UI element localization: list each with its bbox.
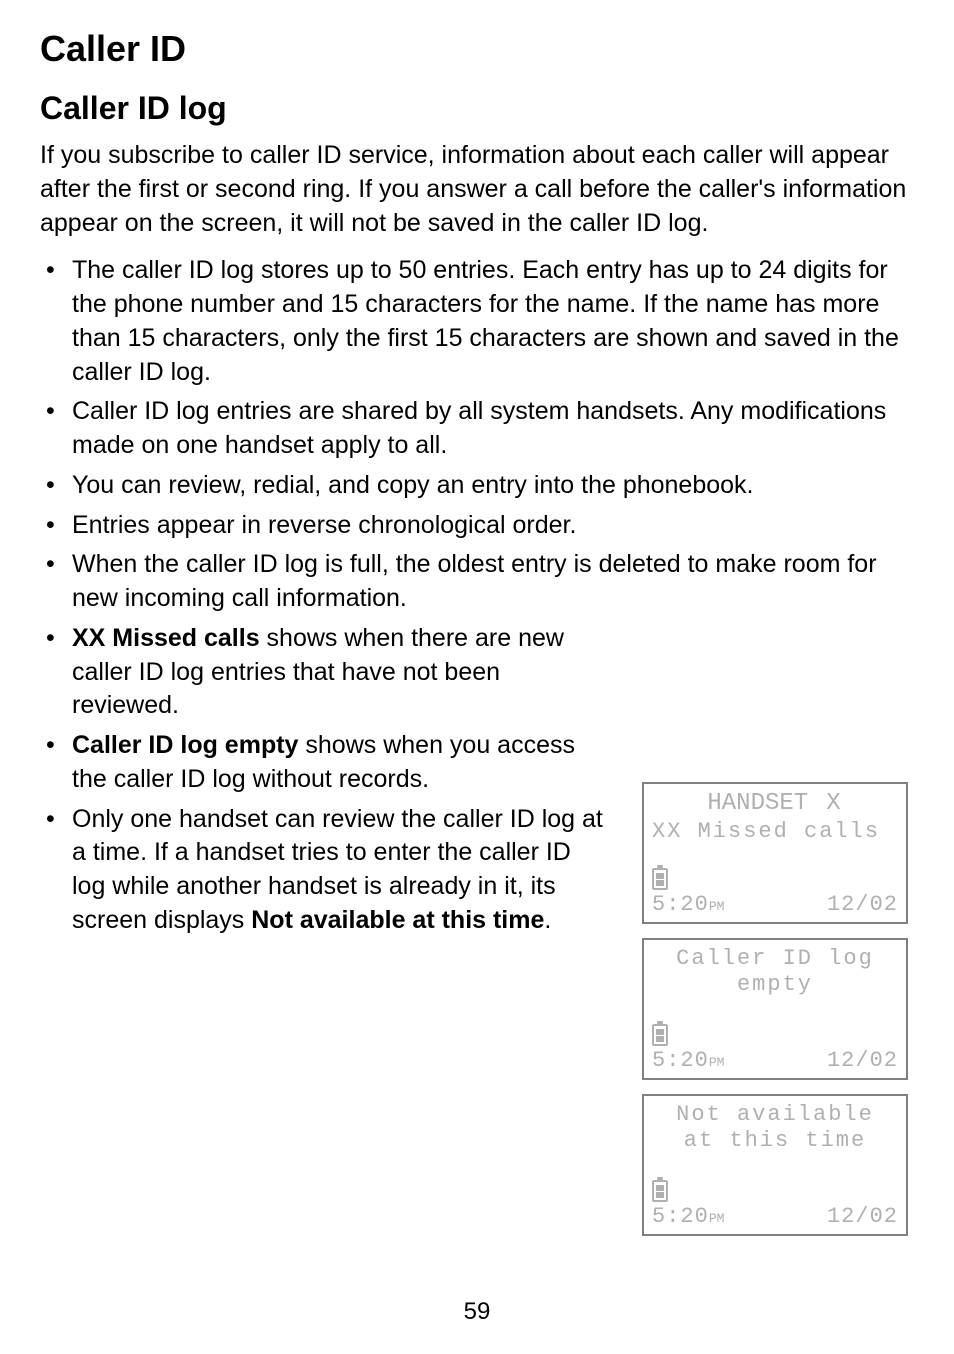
list-item-text: .	[544, 906, 551, 934]
lcd-text: empty	[737, 972, 813, 998]
list-item: Entries appear in reverse chronological …	[44, 509, 914, 543]
lcd-screen-missed-calls: HANDSET X XX Missed calls 5:20PM 12/02	[642, 782, 908, 924]
battery-icon	[652, 868, 668, 890]
battery-icon	[652, 1024, 668, 1046]
list-item: When the caller ID log is full, the olde…	[44, 548, 914, 616]
list-item: XX Missed calls shows when there are new…	[44, 622, 604, 723]
lcd-text: Caller ID log	[676, 946, 874, 972]
page-title: Caller ID	[40, 28, 914, 70]
list-item: Caller ID log entries are shared by all …	[44, 395, 914, 463]
lcd-text: HANDSET	[707, 790, 808, 819]
lcd-time: 5:20PM	[652, 1204, 724, 1230]
list-item: The caller ID log stores up to 50 entrie…	[44, 254, 914, 389]
lcd-time: 5:20PM	[652, 892, 724, 918]
list-item: Caller ID log empty shows when you acces…	[44, 729, 604, 797]
lcd-date: 12/02	[827, 1048, 898, 1074]
page-number: 59	[0, 1298, 954, 1326]
lcd-text: X	[826, 790, 842, 819]
lcd-screens-column: HANDSET X XX Missed calls 5:20PM 12/02 C…	[642, 782, 908, 1236]
bold-label: Not available at this time	[251, 906, 544, 934]
lcd-date: 12/02	[827, 892, 898, 918]
lcd-text: Not available	[676, 1102, 874, 1128]
list-item: You can review, redial, and copy an entr…	[44, 469, 914, 503]
intro-paragraph: If you subscribe to caller ID service, i…	[40, 139, 914, 240]
lcd-date: 12/02	[827, 1204, 898, 1230]
section-subtitle: Caller ID log	[40, 90, 914, 127]
lcd-screen-log-empty: Caller ID log empty 5:20PM 12/02	[642, 938, 908, 1080]
lcd-time: 5:20PM	[652, 1048, 724, 1074]
lcd-text: at this time	[684, 1128, 866, 1154]
bold-label: Caller ID log empty	[72, 731, 298, 759]
list-item: Only one handset can review the caller I…	[44, 803, 604, 938]
bold-label: XX Missed calls	[72, 624, 260, 652]
lcd-text: XX Missed calls	[652, 819, 880, 845]
lcd-screen-not-available: Not available at this time 5:20PM 12/02	[642, 1094, 908, 1236]
battery-icon	[652, 1180, 668, 1202]
